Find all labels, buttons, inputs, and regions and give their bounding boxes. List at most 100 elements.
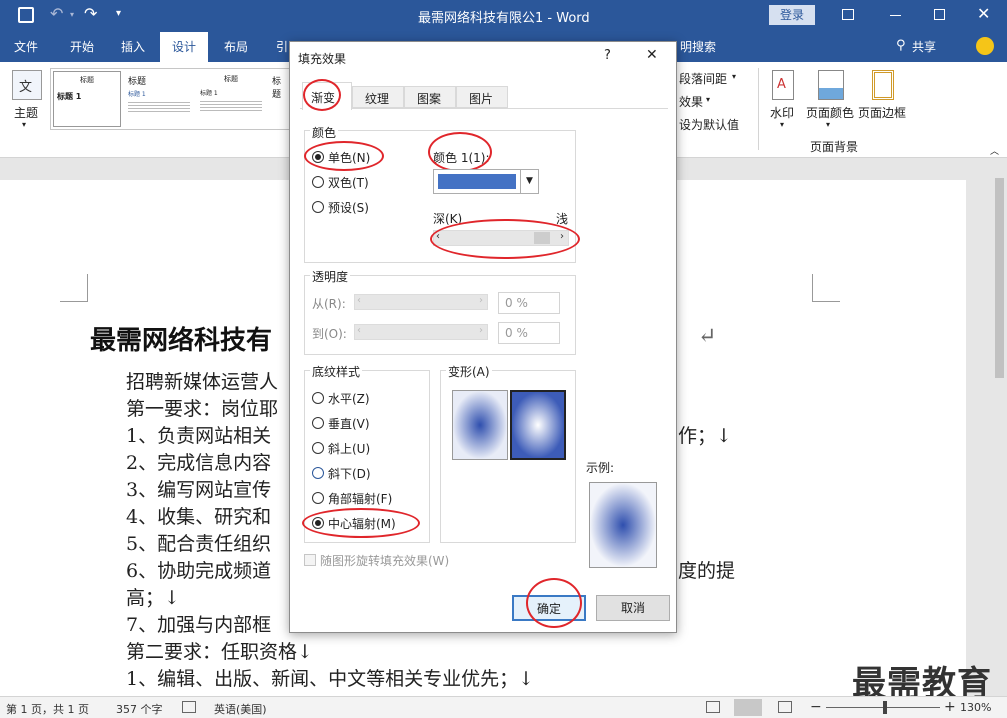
doc-line[interactable]: 1、编辑、出版、新闻、中文等相关专业优先；↓ xyxy=(126,664,534,691)
page-border-button[interactable]: 页面边框 xyxy=(858,104,906,121)
radio-vertical-label[interactable]: 垂直(V) xyxy=(328,415,370,432)
radio-from-corner-label[interactable]: 角部辐射(F) xyxy=(328,490,392,507)
minimize-icon[interactable] xyxy=(890,15,901,16)
effects-button[interactable]: 效果 xyxy=(679,93,703,110)
from-spinner[interactable]: 0 % xyxy=(498,292,560,314)
zoom-level[interactable]: 130% xyxy=(960,701,991,714)
annotation-circle xyxy=(430,219,580,259)
page-color-icon[interactable] xyxy=(818,70,844,100)
save-icon[interactable] xyxy=(18,7,34,23)
zoom-in-button[interactable]: + xyxy=(944,699,956,715)
tab-home[interactable]: 开始 xyxy=(70,38,94,55)
doc-line[interactable]: 招聘新媒体运营人 xyxy=(126,367,278,394)
tell-me-search[interactable]: 明搜索 xyxy=(680,38,716,55)
style-gallery-item[interactable]: 标题 标题 1 xyxy=(197,71,265,127)
tab-pattern[interactable]: 图案 xyxy=(404,86,456,108)
document-heading[interactable]: 最需网络科技有 xyxy=(90,320,272,357)
from-left-arrow-icon: ‹ xyxy=(357,295,361,306)
color1-dropdown[interactable]: ▼ xyxy=(433,169,539,194)
language-indicator[interactable]: 英语(美国) xyxy=(214,701,267,717)
radio-two-colors[interactable] xyxy=(312,176,324,188)
tab-picture[interactable]: 图片 xyxy=(456,86,508,108)
rotate-fill-checkbox[interactable] xyxy=(304,554,316,566)
zoom-out-button[interactable]: − xyxy=(810,699,822,715)
watermark-button[interactable]: 水印 xyxy=(770,104,794,121)
radio-diagonal-up[interactable] xyxy=(312,442,324,454)
page-border-icon[interactable] xyxy=(872,70,894,100)
variant-option-2[interactable] xyxy=(510,390,566,460)
doc-line[interactable]: 1、负责网站相关 xyxy=(126,421,271,448)
close-window-icon[interactable]: ✕ xyxy=(977,4,990,23)
smiley-icon[interactable] xyxy=(976,37,994,55)
tab-picture-label: 图片 xyxy=(469,92,494,106)
ribbon-display-icon[interactable] xyxy=(842,9,854,20)
style-gallery[interactable]: 标题 标题 1 标题 标题 1 标题 标题 1 标题 xyxy=(50,68,290,130)
style-gallery-item[interactable]: 标题 标题 1 xyxy=(125,71,193,127)
from-slider[interactable]: ‹ › xyxy=(354,294,488,310)
radio-preset[interactable] xyxy=(312,201,324,213)
doc-line[interactable]: 第一要求：岗位耶 xyxy=(126,394,278,421)
doc-line[interactable]: 7、加强与内部框 xyxy=(126,610,271,637)
theme-dropdown-icon[interactable]: ▾ xyxy=(22,120,26,129)
doc-line[interactable]: 4、收集、研究和 xyxy=(126,502,271,529)
watermark-icon[interactable]: A xyxy=(772,70,794,100)
share-button[interactable]: 共享 xyxy=(912,38,936,55)
doc-line[interactable]: 6、协助完成频道 xyxy=(126,556,271,583)
tab-texture[interactable]: 纹理 xyxy=(352,86,404,108)
undo-dropdown-icon[interactable]: ▾ xyxy=(70,10,74,19)
radio-diagonal-down-label[interactable]: 斜下(D) xyxy=(328,465,371,482)
set-default-button[interactable]: 设为默认值 xyxy=(679,116,739,133)
tab-references[interactable]: 引 xyxy=(276,38,288,55)
help-button[interactable]: ? xyxy=(604,48,611,63)
undo-icon[interactable]: ↶ xyxy=(50,4,63,23)
variant-option-1[interactable] xyxy=(452,390,508,460)
scroll-thumb[interactable] xyxy=(995,178,1004,378)
read-mode-icon[interactable] xyxy=(706,701,720,713)
radio-vertical[interactable] xyxy=(312,417,324,429)
tab-design[interactable]: 设计 xyxy=(160,32,208,62)
to-spinner[interactable]: 0 % xyxy=(498,322,560,344)
customize-qat-icon[interactable]: ▾ xyxy=(116,8,121,19)
proofing-icon[interactable] xyxy=(182,701,196,713)
title-bar: ↶ ▾ ↷ ▾ 最需网络科技有限公1 - Word 登录 ✕ xyxy=(0,0,1007,32)
collapse-ribbon-icon[interactable]: ︿ xyxy=(990,144,999,157)
radio-preset-label[interactable]: 预设(S) xyxy=(328,199,369,216)
web-layout-icon[interactable] xyxy=(778,701,792,713)
login-button[interactable]: 登录 xyxy=(769,5,815,25)
page-count[interactable]: 第 1 页，共 1 页 xyxy=(6,701,89,717)
tab-insert[interactable]: 插入 xyxy=(121,38,145,55)
radio-from-corner[interactable] xyxy=(312,492,324,504)
close-dialog-button[interactable]: ✕ xyxy=(646,47,658,63)
page-color-button[interactable]: 页面颜色 xyxy=(806,104,854,121)
zoom-slider-thumb[interactable] xyxy=(883,701,887,714)
theme-label[interactable]: 主题 xyxy=(14,104,38,121)
radio-horizontal-label[interactable]: 水平(Z) xyxy=(328,390,370,407)
fill-effects-dialog: 填充效果 ? ✕ 渐变 纹理 图案 图片 颜色 单色(N) 双色(T) 预设(S… xyxy=(289,41,677,633)
doc-line[interactable]: 第二要求：任职资格↓ xyxy=(126,637,313,664)
rotate-fill-checkbox-label[interactable]: 随图形旋转填充效果(W) xyxy=(320,552,449,569)
radio-two-colors-label[interactable]: 双色(T) xyxy=(328,174,369,191)
maximize-icon[interactable] xyxy=(934,9,945,20)
theme-icon[interactable]: 文 xyxy=(12,70,42,100)
doc-line[interactable]: 3、编写网站宣传 xyxy=(126,475,271,502)
vertical-scrollbar[interactable] xyxy=(992,158,1007,696)
radio-diagonal-down[interactable] xyxy=(312,467,324,479)
doc-line[interactable]: 5、配合责任组织 xyxy=(126,529,271,556)
radio-diagonal-up-label[interactable]: 斜上(U) xyxy=(328,440,370,457)
doc-line[interactable]: 2、完成信息内容 xyxy=(126,448,271,475)
doc-line[interactable]: 高；↓ xyxy=(126,583,180,610)
to-slider[interactable]: ‹ › xyxy=(354,324,488,340)
print-layout-icon[interactable] xyxy=(734,699,762,716)
paragraph-spacing-button[interactable]: 段落间距 xyxy=(679,70,727,87)
style-item-title: 标题 xyxy=(272,77,282,100)
doc-line-continuation[interactable]: 度的提 xyxy=(678,556,735,583)
tab-layout[interactable]: 布局 xyxy=(224,38,248,55)
doc-line-continuation[interactable]: 作；↓ xyxy=(678,421,732,448)
radio-horizontal[interactable] xyxy=(312,392,324,404)
cancel-button[interactable]: 取消 xyxy=(596,595,670,621)
word-count[interactable]: 357 个字 xyxy=(116,701,163,717)
tab-file[interactable]: 文件 xyxy=(14,38,38,55)
style-gallery-item[interactable]: 标题 xyxy=(269,71,289,127)
redo-icon[interactable]: ↷ xyxy=(84,4,97,23)
style-gallery-item[interactable]: 标题 标题 1 xyxy=(53,71,121,127)
